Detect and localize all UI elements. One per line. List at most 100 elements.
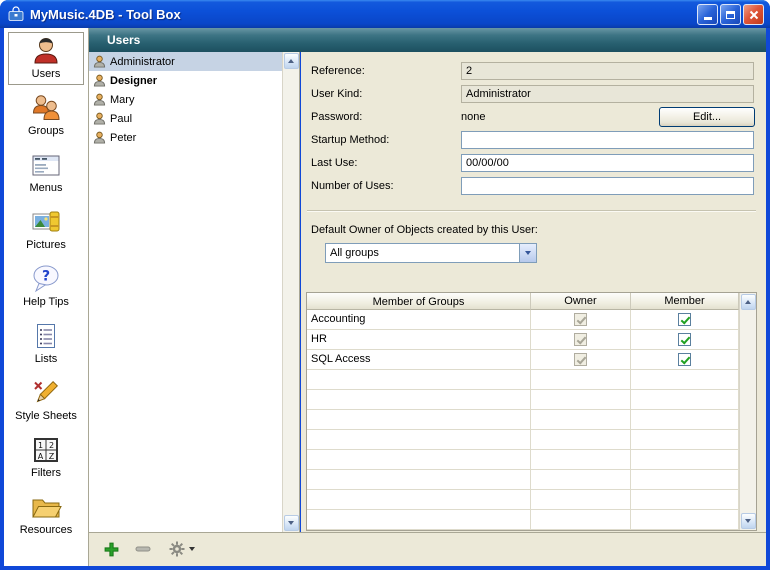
page-title: Users <box>107 33 140 47</box>
group-row[interactable]: Accounting <box>307 310 739 330</box>
remove-user-button[interactable] <box>135 544 151 554</box>
owner-checkbox <box>574 353 587 366</box>
user-icon <box>93 93 106 106</box>
remove-user-icon <box>135 544 151 554</box>
style-sheets-icon <box>30 377 62 409</box>
user-list-item[interactable]: Administrator <box>89 52 282 71</box>
arrow-up-icon <box>745 300 751 304</box>
group-name-cell: Accounting <box>307 310 531 330</box>
user-list-item[interactable]: Peter <box>89 128 282 147</box>
scroll-down-button[interactable] <box>741 513 756 529</box>
last-use-label: Last Use: <box>311 157 357 169</box>
reference-label: Reference: <box>311 65 365 77</box>
svg-text:?: ? <box>42 269 50 285</box>
window-title: MyMusic.4DB - Tool Box <box>30 7 181 22</box>
user-list-item[interactable]: Designer <box>89 71 282 90</box>
svg-text:A: A <box>38 452 44 461</box>
sidebar-item-label: Menus <box>29 182 62 194</box>
user-detail-panel: Reference: User Kind: Password: Startup … <box>301 52 766 532</box>
number-of-uses-label: Number of Uses: <box>311 180 394 192</box>
empty-row <box>307 410 739 430</box>
table-scrollbar[interactable] <box>739 293 756 530</box>
startup-method-field[interactable] <box>461 131 754 149</box>
default-owner-select[interactable]: All groups <box>325 243 537 263</box>
titlebar[interactable]: MyMusic.4DB - Tool Box <box>0 0 770 28</box>
user-icon <box>93 55 106 68</box>
selected-option: All groups <box>326 247 519 259</box>
minimize-icon <box>704 17 712 20</box>
sidebar-item-label: Users <box>32 68 61 80</box>
section-header: Users <box>89 28 766 52</box>
member-cell[interactable] <box>631 350 739 370</box>
arrow-down-icon <box>288 521 294 525</box>
action-menu-button[interactable] <box>169 541 195 557</box>
sidebar-item-users[interactable]: Users <box>8 32 84 85</box>
scroll-down-button[interactable] <box>284 515 299 531</box>
sidebar-item-lists[interactable]: Lists <box>8 317 84 370</box>
sidebar-item-menus[interactable]: Menus <box>8 146 84 199</box>
sidebar-item-filters[interactable]: 12AZ Filters <box>8 431 84 484</box>
owner-cell <box>531 330 631 350</box>
group-name-cell: HR <box>307 330 531 350</box>
divider <box>307 210 756 212</box>
maximize-button[interactable] <box>720 4 741 25</box>
add-user-button[interactable] <box>103 541 120 558</box>
arrow-down-icon <box>745 519 751 523</box>
member-cell[interactable] <box>631 310 739 330</box>
sidebar-item-label: Pictures <box>26 239 66 251</box>
app-icon <box>8 6 24 22</box>
user-list: Administrator Designer Mary Paul Peter <box>89 52 300 532</box>
startup-method-label: Startup Method: <box>311 134 389 146</box>
last-use-field[interactable] <box>461 154 754 172</box>
close-button[interactable] <box>743 4 764 25</box>
group-name-cell: SQL Access <box>307 350 531 370</box>
user-list-item[interactable]: Mary <box>89 90 282 109</box>
sidebar-item-label: Filters <box>31 467 61 479</box>
member-checkbox[interactable] <box>678 333 691 346</box>
number-of-uses-field[interactable] <box>461 177 754 195</box>
member-cell[interactable] <box>631 330 739 350</box>
scroll-up-button[interactable] <box>741 294 756 310</box>
help-tips-icon: ? <box>30 263 62 295</box>
svg-text:1: 1 <box>38 441 43 450</box>
sidebar-item-resources[interactable]: Resources <box>8 488 84 541</box>
dropdown-button[interactable] <box>519 244 536 262</box>
password-value: none <box>461 111 485 123</box>
sidebar-item-label: Help Tips <box>23 296 69 308</box>
sidebar-item-pictures[interactable]: Pictures <box>8 203 84 256</box>
owner-cell <box>531 310 631 330</box>
user-icon <box>93 112 106 125</box>
user-list-item[interactable]: Paul <box>89 109 282 128</box>
list-toolbar <box>89 532 766 566</box>
empty-row <box>307 470 739 490</box>
default-owner-label: Default Owner of Objects created by this… <box>311 224 538 236</box>
user-kind-label: User Kind: <box>311 88 362 100</box>
user-icon <box>93 74 106 87</box>
table-header: Member of Groups Owner Member <box>307 293 739 310</box>
minimize-button[interactable] <box>697 4 718 25</box>
member-checkbox[interactable] <box>678 353 691 366</box>
sidebar-item-label: Resources <box>20 524 73 536</box>
group-row[interactable]: SQL Access <box>307 350 739 370</box>
empty-row <box>307 430 739 450</box>
user-list-scrollbar[interactable] <box>282 52 299 532</box>
edit-password-button[interactable]: Edit... <box>659 107 755 127</box>
toolbox-window: MyMusic.4DB - Tool Box Users Groups Menu… <box>0 0 770 570</box>
sidebar-item-style-sheets[interactable]: Style Sheets <box>8 374 84 427</box>
resources-icon <box>30 491 62 523</box>
menus-icon <box>30 149 62 181</box>
groups-table: Member of Groups Owner Member Accounting… <box>306 292 757 531</box>
group-row[interactable]: HR <box>307 330 739 350</box>
gear-icon <box>169 541 185 557</box>
users-icon <box>30 35 62 67</box>
user-name: Paul <box>110 113 132 125</box>
sidebar-item-groups[interactable]: Groups <box>8 89 84 142</box>
member-checkbox[interactable] <box>678 313 691 326</box>
user-kind-field <box>461 85 754 103</box>
maximize-icon <box>726 11 735 19</box>
sidebar-item-help-tips[interactable]: ? Help Tips <box>8 260 84 313</box>
lists-icon <box>30 320 62 352</box>
scroll-up-button[interactable] <box>284 53 299 69</box>
owner-checkbox <box>574 333 587 346</box>
pictures-icon <box>30 206 62 238</box>
